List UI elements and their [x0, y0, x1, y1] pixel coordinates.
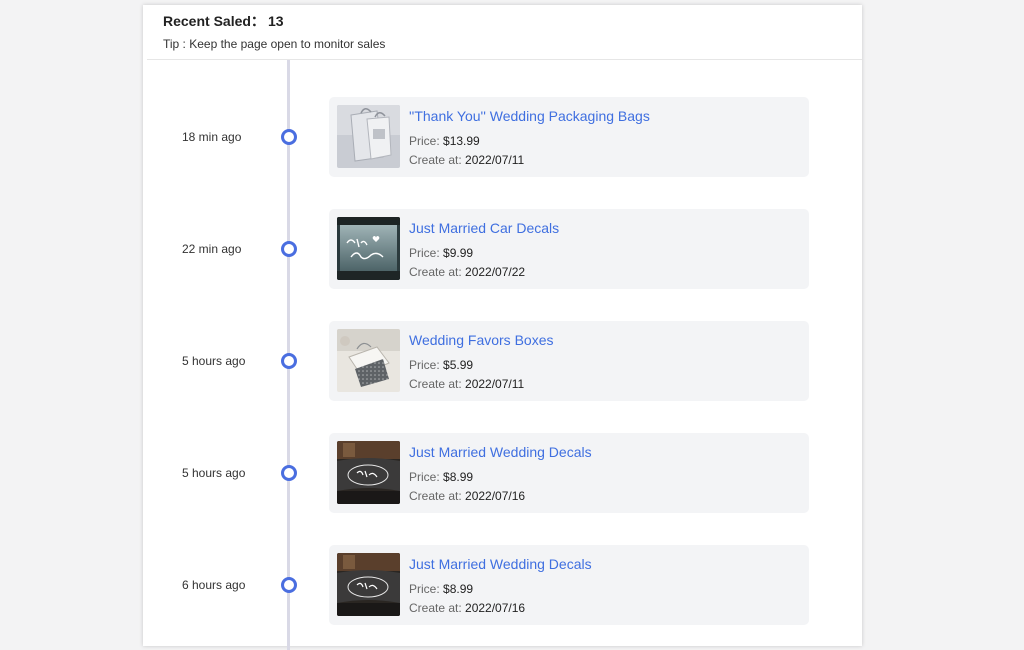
price-row: Price: $5.99 [409, 358, 473, 372]
timeline-entry: 5 hours ago Just Married Wedding Decals … [143, 433, 862, 513]
sale-card: ''Thank You'' Wedding Packaging Bags Pri… [329, 97, 809, 177]
wedding-decal-thumbnail[interactable] [337, 553, 400, 616]
title-label: Recent Saled： [163, 13, 265, 29]
sale-card: Just Married Car Decals Price: $9.99 Cre… [329, 209, 809, 289]
created-row: Create at: 2022/07/16 [409, 601, 525, 615]
price-label: Price: [409, 470, 444, 484]
created-value: 2022/07/16 [465, 489, 526, 503]
timeline-dot-icon [281, 577, 297, 593]
car-decal-thumbnail[interactable] [337, 217, 400, 280]
price-value: $13.99 [443, 134, 480, 148]
timeline-entry: 6 hours ago Just Married Wedding Decals … [143, 545, 862, 625]
packaging-bag-thumbnail[interactable] [337, 105, 400, 168]
timeline-entry: 18 min ago ''Thank You'' Wedding Packagi… [143, 97, 862, 177]
sale-card: Just Married Wedding Decals Price: $8.99… [329, 545, 809, 625]
time-ago-label: 6 hours ago [182, 578, 246, 592]
sales-count: 13 [267, 13, 284, 29]
created-label: Create at: [409, 489, 466, 503]
price-label: Price: [409, 246, 444, 260]
timeline-dot-icon [281, 241, 297, 257]
product-title-link[interactable]: Just Married Wedding Decals [409, 444, 592, 460]
price-row: Price: $8.99 [409, 582, 473, 596]
favor-box-thumbnail[interactable] [337, 329, 400, 392]
created-label: Create at: [409, 601, 466, 615]
price-label: Price: [409, 134, 444, 148]
recent-sales-title: Recent Saled： 13 [163, 11, 284, 31]
created-label: Create at: [409, 377, 466, 391]
product-title-link[interactable]: Just Married Wedding Decals [409, 556, 592, 572]
created-row: Create at: 2022/07/22 [409, 265, 525, 279]
recent-sales-panel: Recent Saled： 13 Tip : Keep the page open… [143, 5, 862, 650]
created-value: 2022/07/16 [465, 601, 526, 615]
timeline-entry: 22 min ago Just Married Car Decals Price… [143, 209, 862, 289]
sale-card: Wedding Favors Boxes Price: $5.99 Create… [329, 321, 809, 401]
price-row: Price: $9.99 [409, 246, 473, 260]
price-value: $8.99 [443, 582, 474, 596]
price-row: Price: $13.99 [409, 134, 480, 148]
price-label: Price: [409, 582, 444, 596]
created-value: 2022/07/11 [465, 153, 525, 167]
price-value: $9.99 [443, 246, 474, 260]
created-row: Create at: 2022/07/11 [409, 377, 524, 391]
time-ago-label: 22 min ago [182, 242, 242, 256]
price-value: $8.99 [443, 470, 474, 484]
price-value: $5.99 [443, 358, 474, 372]
product-title-link[interactable]: ''Thank You'' Wedding Packaging Bags [409, 108, 650, 124]
created-label: Create at: [409, 265, 466, 279]
wedding-decal-thumbnail[interactable] [337, 441, 400, 504]
created-row: Create at: 2022/07/11 [409, 153, 524, 167]
timeline-dot-icon [281, 353, 297, 369]
sale-card: Just Married Wedding Decals Price: $8.99… [329, 433, 809, 513]
created-row: Create at: 2022/07/16 [409, 489, 525, 503]
product-title-link[interactable]: Just Married Car Decals [409, 220, 559, 236]
time-ago-label: 5 hours ago [182, 354, 246, 368]
timeline-dot-icon [281, 129, 297, 145]
created-label: Create at: [409, 153, 466, 167]
price-row: Price: $8.99 [409, 470, 473, 484]
product-title-link[interactable]: Wedding Favors Boxes [409, 332, 553, 348]
created-value: 2022/07/22 [465, 265, 526, 279]
timeline-dot-icon [281, 465, 297, 481]
created-value: 2022/07/11 [465, 377, 525, 391]
price-label: Price: [409, 358, 444, 372]
time-ago-label: 5 hours ago [182, 466, 246, 480]
panel-header: Recent Saled： 13 Tip : Keep the page open… [147, 5, 862, 60]
timeline-entry: 5 hours ago Wedding Favors Boxes Price: … [143, 321, 862, 401]
time-ago-label: 18 min ago [182, 130, 242, 144]
monitor-tip: Tip : Keep the page open to monitor sale… [163, 37, 386, 51]
